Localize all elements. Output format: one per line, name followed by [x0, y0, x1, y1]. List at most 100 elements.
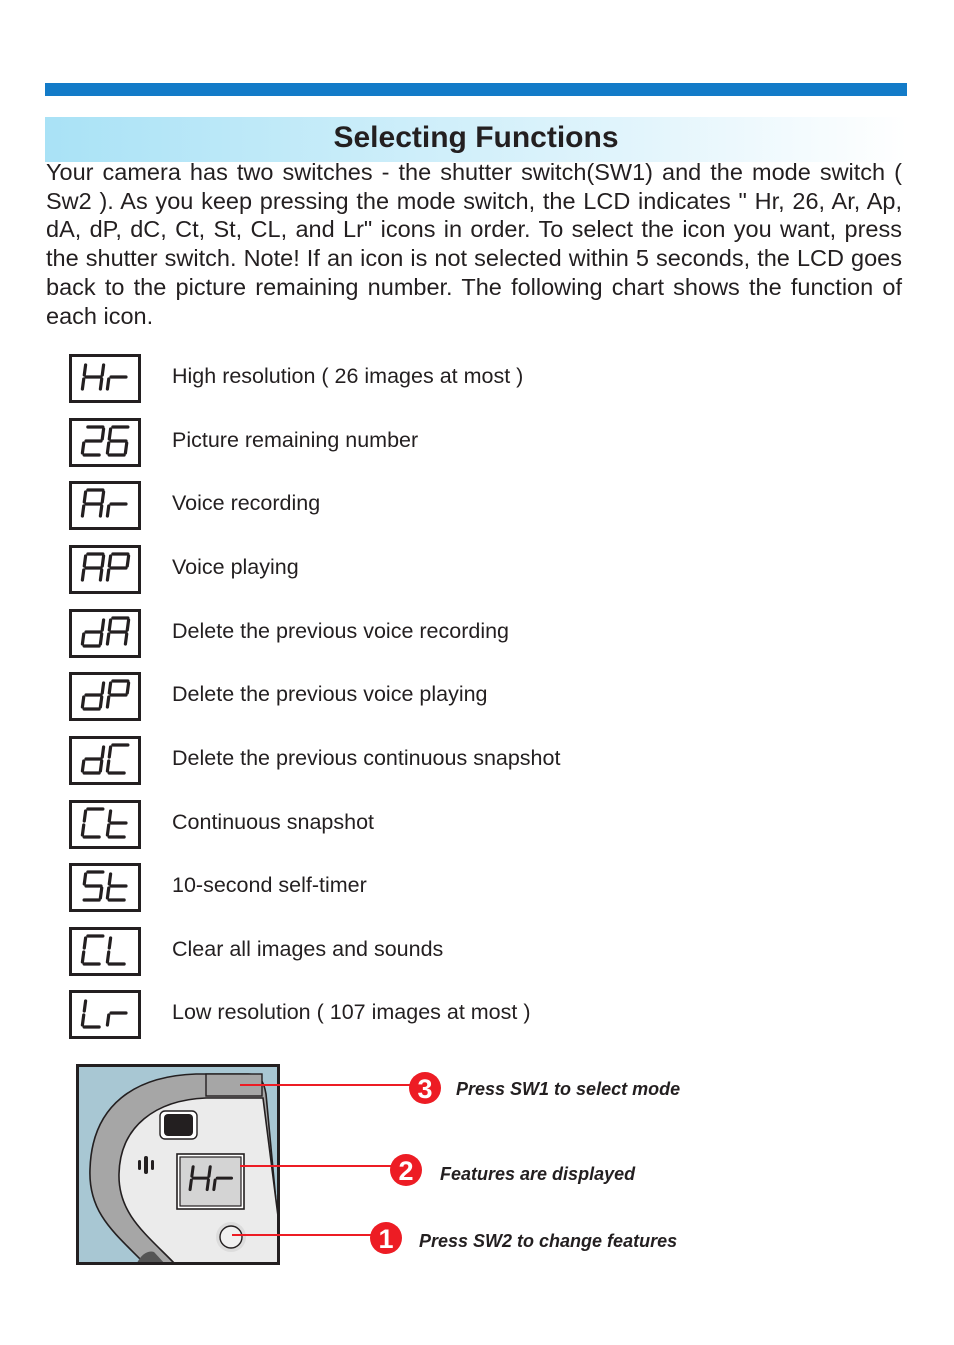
function-label: Picture remaining number — [172, 428, 419, 452]
lcd-segment — [80, 1013, 86, 1027]
lcd-segment — [80, 441, 86, 455]
lcd-segment — [212, 1178, 217, 1192]
lcd-segment — [205, 1178, 210, 1192]
lcd-segment — [100, 427, 106, 441]
lcd-segment — [105, 695, 111, 709]
lcd-segment — [105, 759, 111, 773]
lcd-segment — [188, 1178, 193, 1192]
callout-badge-2: 2 — [390, 1154, 422, 1186]
function-label: Delete the previous voice playing — [172, 682, 488, 706]
lcd-segment — [125, 554, 131, 568]
lcd-segment — [105, 568, 111, 582]
callout-text-display: Features are displayed — [440, 1164, 636, 1184]
lcd-glyph-cl — [80, 934, 126, 966]
function-label: Clear all images and sounds — [172, 937, 444, 961]
function-row: High resolution ( 26 images at most ) — [69, 354, 769, 404]
callout-text-sw1: Press SW1 to select mode — [456, 1079, 681, 1099]
function-row: Delete the previous continuous snapshot — [69, 736, 769, 786]
lcd-segment — [100, 681, 106, 695]
lcd-segment — [98, 632, 104, 646]
lcd-segment — [98, 759, 104, 773]
lcd-segment — [82, 363, 88, 377]
lcd-segment — [100, 490, 106, 504]
lcd-segment — [80, 504, 86, 518]
callout-number: 3 — [417, 1074, 432, 1104]
lcd-segment — [82, 554, 88, 568]
lcd-glyph-da — [80, 616, 131, 648]
function-row: Voice playing — [69, 545, 769, 595]
lcd-segment — [107, 554, 113, 568]
lcd-icon — [69, 481, 141, 530]
lcd-icon — [69, 672, 141, 721]
lcd-segment — [80, 823, 86, 837]
lcd-segment — [125, 618, 131, 632]
lcd-segment — [82, 872, 88, 886]
function-label: 10-second self-timer — [172, 873, 367, 897]
lcd-segment — [82, 490, 88, 504]
function-label: Voice playing — [172, 555, 299, 579]
shutter-button-sw1 — [205, 1073, 263, 1097]
function-label: High resolution ( 26 images at most ) — [172, 364, 524, 388]
lcd-icon — [69, 800, 141, 849]
header-accent-bar — [45, 83, 907, 96]
lcd-segment — [107, 618, 113, 632]
viewfinder-icon — [164, 1114, 193, 1136]
lcd-segment — [105, 1013, 111, 1027]
lcd-icon — [69, 863, 141, 912]
callout-badge-1: 1 — [370, 1222, 402, 1254]
lcd-icon — [69, 545, 141, 594]
lcd-segment — [98, 377, 104, 391]
lcd-segment — [80, 377, 86, 391]
lcd-glyph-ap — [80, 552, 131, 582]
lcd-segment — [82, 936, 88, 950]
function-label: Delete the previous continuous snapshot — [172, 746, 561, 770]
lcd-segment — [98, 695, 104, 709]
lcd-segment — [107, 936, 113, 950]
function-label: Delete the previous voice recording — [172, 619, 510, 643]
lcd-glyph-lr — [80, 999, 128, 1029]
callout-badge-3: 3 — [409, 1072, 441, 1104]
lcd-segment — [80, 695, 86, 709]
lcd-glyph-26 — [80, 425, 130, 457]
lcd-segment — [80, 568, 86, 582]
lcd-segment — [98, 886, 104, 900]
lcd-segment — [100, 618, 106, 632]
callout-number: 1 — [378, 1224, 393, 1254]
lcd-glyph-hr — [80, 363, 128, 391]
lcd-segment — [105, 886, 111, 900]
lcd-segment — [98, 504, 104, 518]
lcd-segment — [107, 681, 113, 695]
lcd-segment — [105, 377, 111, 391]
lcd-glyph-dp — [80, 679, 131, 711]
lcd-segment — [105, 823, 111, 837]
lcd-segment — [123, 632, 129, 646]
lcd-glyph-st — [82, 870, 128, 902]
lcd-segment — [105, 950, 111, 964]
lcd-segment — [100, 554, 106, 568]
function-row: Low resolution ( 107 images at most ) — [69, 990, 769, 1040]
lcd-segment — [82, 809, 88, 823]
lcd-segment — [190, 1165, 195, 1178]
lcd-segment — [100, 363, 106, 377]
function-label: Continuous snapshot — [172, 810, 375, 834]
lcd-segment — [123, 441, 129, 455]
lcd-segment — [107, 809, 113, 823]
camera-diagram — [76, 1064, 280, 1265]
function-row: Picture remaining number — [69, 418, 769, 468]
function-row: Delete the previous voice recording — [69, 609, 769, 659]
intro-paragraph: Your camera has two switches - the shutt… — [46, 159, 902, 329]
lcd-segment — [107, 745, 113, 759]
function-label: Voice recording — [172, 491, 321, 515]
function-label: Low resolution ( 107 images at most ) — [172, 1000, 531, 1024]
function-row: Delete the previous voice playing — [69, 672, 769, 722]
lcd-screen — [179, 1156, 242, 1207]
lcd-segment — [98, 568, 104, 582]
lcd-segment — [80, 950, 86, 964]
page-title: Selecting Functions — [333, 121, 619, 154]
lcd-segment — [82, 999, 88, 1013]
lcd-glyph-dc — [80, 743, 130, 775]
lcd-segment — [100, 745, 106, 759]
lcd-segment — [105, 504, 111, 518]
lcd-segment — [107, 872, 113, 886]
lcd-segment — [107, 427, 113, 441]
